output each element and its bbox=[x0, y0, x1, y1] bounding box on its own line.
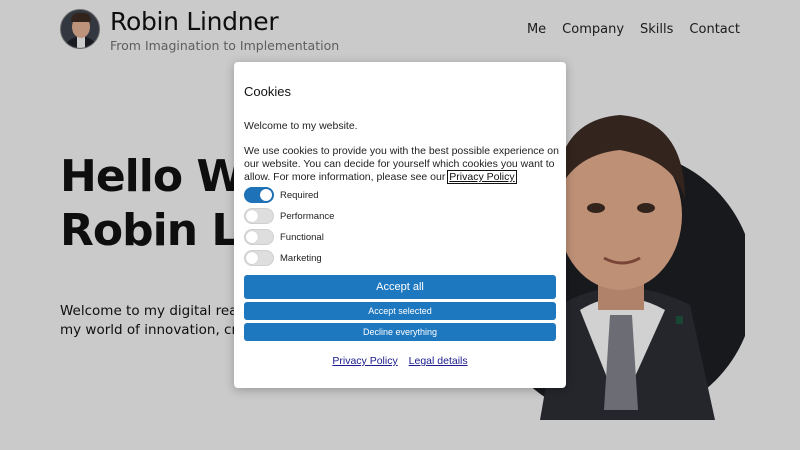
toggle-label-required: Required bbox=[280, 189, 319, 201]
legal-details-link[interactable]: Legal details bbox=[409, 355, 468, 367]
functional-toggle[interactable] bbox=[244, 229, 274, 245]
toggle-row-marketing[interactable]: Marketing bbox=[244, 250, 322, 266]
toggle-label-performance: Performance bbox=[280, 210, 335, 222]
toggle-row-performance[interactable]: Performance bbox=[244, 208, 334, 224]
cookie-consent-dialog: Cookies Welcome to my website. We use co… bbox=[234, 62, 566, 388]
privacy-policy-inline-link[interactable]: Privacy Policy bbox=[447, 170, 517, 184]
dialog-body-text: We use cookies to provide you with the b… bbox=[244, 145, 562, 184]
accept-selected-button[interactable]: Accept selected bbox=[244, 302, 556, 320]
dialog-title: Cookies bbox=[244, 84, 291, 99]
performance-toggle[interactable] bbox=[244, 208, 274, 224]
toggle-row-functional[interactable]: Functional bbox=[244, 229, 324, 245]
toggle-row-required[interactable]: Required bbox=[244, 187, 319, 203]
dialog-footer-links: Privacy Policy Legal details bbox=[234, 355, 566, 367]
decline-everything-button[interactable]: Decline everything bbox=[244, 323, 556, 341]
toggle-label-functional: Functional bbox=[280, 231, 324, 243]
privacy-policy-link[interactable]: Privacy Policy bbox=[332, 355, 397, 367]
dialog-welcome-text: Welcome to my website. bbox=[244, 120, 358, 132]
toggle-label-marketing: Marketing bbox=[280, 252, 322, 264]
marketing-toggle[interactable] bbox=[244, 250, 274, 266]
required-toggle[interactable] bbox=[244, 187, 274, 203]
accept-all-button[interactable]: Accept all bbox=[244, 275, 556, 299]
